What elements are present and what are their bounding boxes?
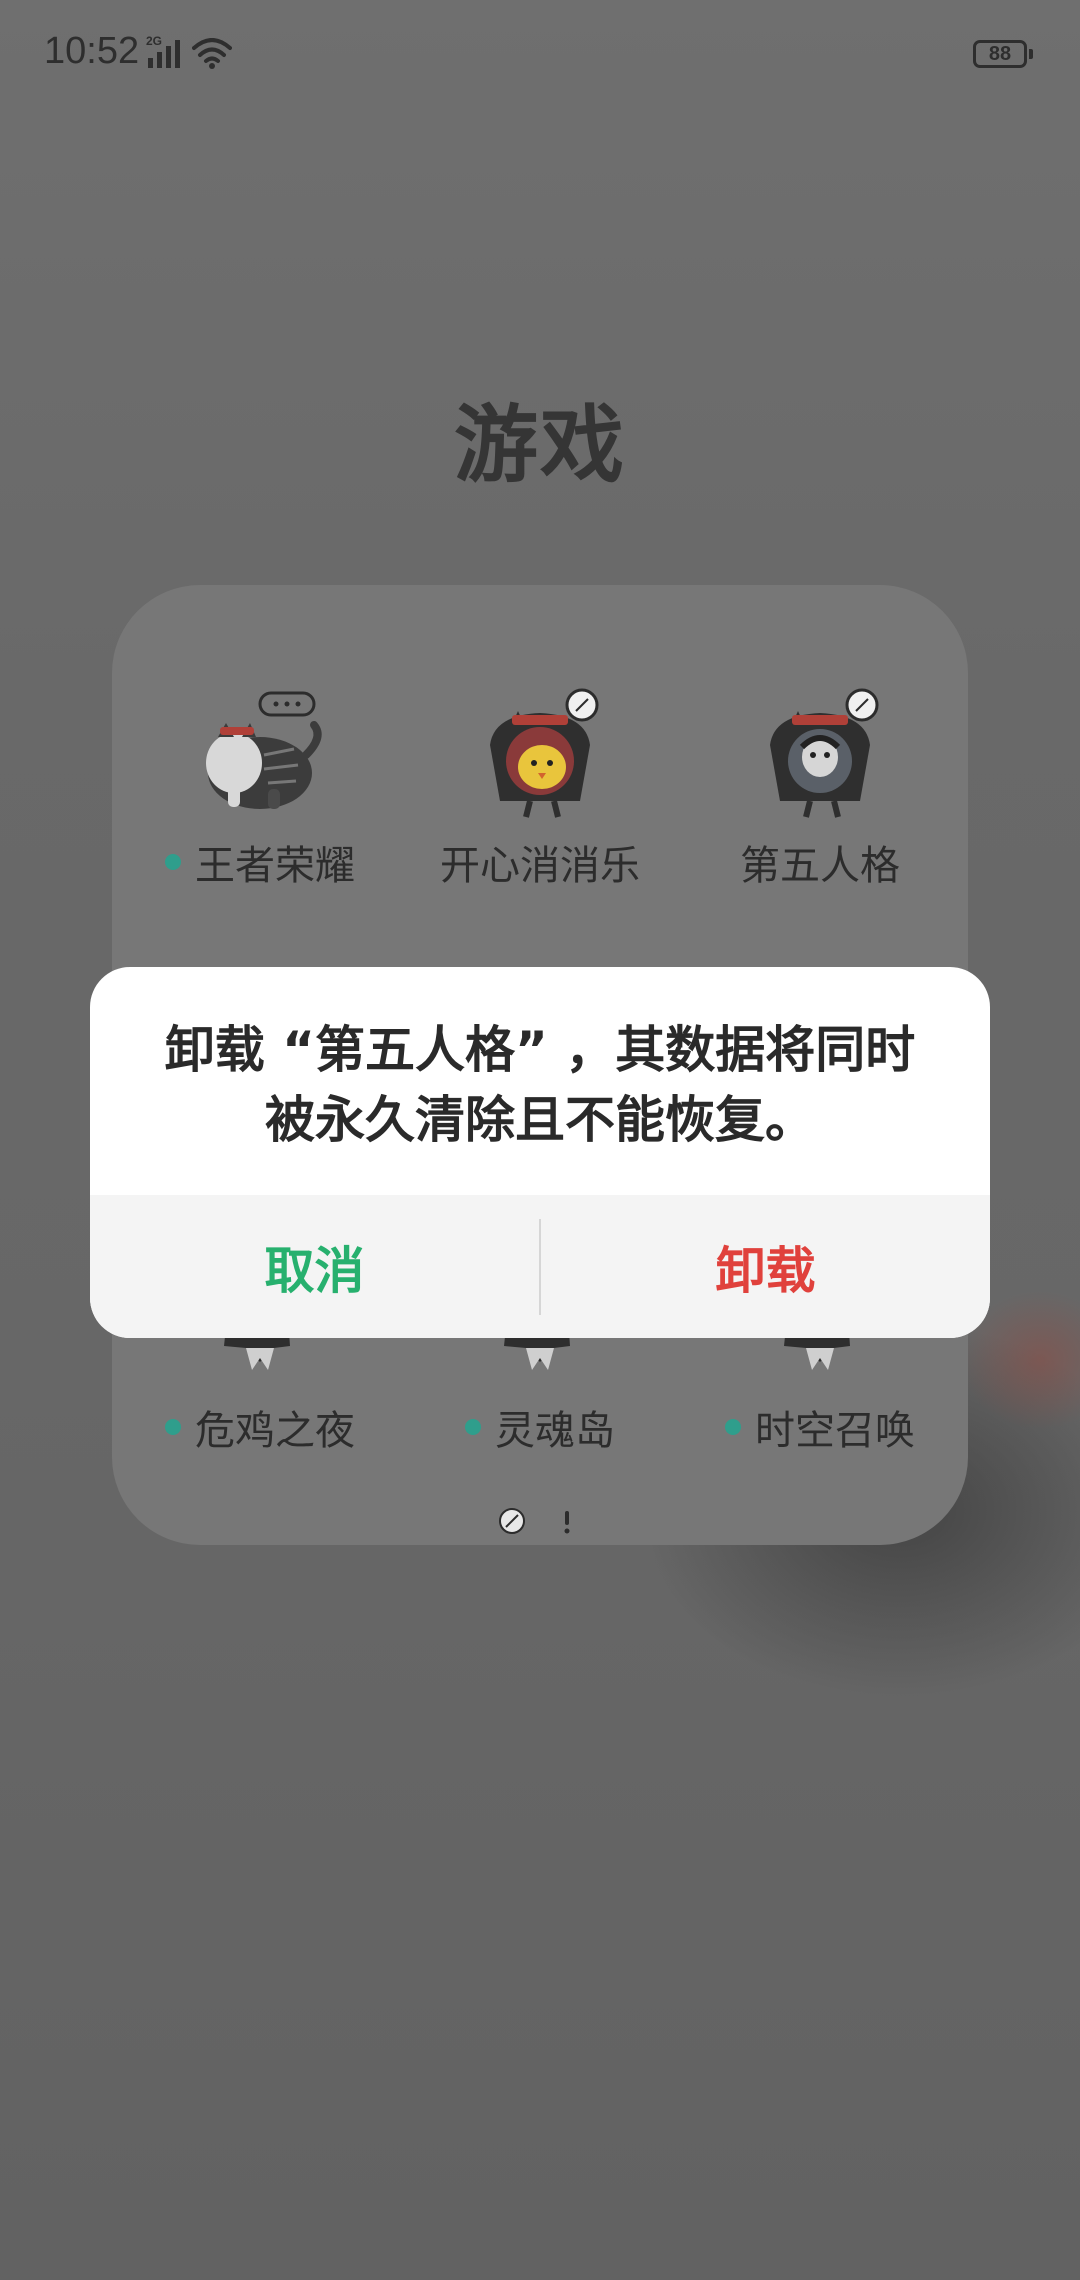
status-bar: 10:52 2G 88 [0,0,1080,110]
cat-mascot-icon [206,691,322,809]
app-item-honor-of-kings[interactable]: 王者荣耀 [120,685,400,925]
battery-icon: 88 [973,40,1027,68]
update-dot [165,854,181,870]
uninstall-button[interactable]: 卸载 [541,1195,990,1338]
update-dot [725,1419,741,1435]
cat-mascot-doll-icon [770,688,879,818]
signal-icon [148,40,180,68]
app-label: 时空召唤 [755,1408,915,1454]
dialog-actions: 取消 卸载 [90,1195,990,1338]
app-label: 灵魂岛 [495,1408,615,1454]
app-label: 危鸡之夜 [195,1408,355,1454]
app-label: 王者荣耀 [195,843,355,889]
folder-title[interactable]: 游戏 [0,378,1080,499]
dialog-message: 卸载 “第五人格” ，其数据将同时被永久清除且不能恢复。 [164,1021,916,1149]
update-dot [165,1419,181,1435]
app-label: 第五人格 [740,843,900,889]
status-time: 10:52 [44,30,140,72]
cat-mascot-chick-icon [490,688,599,818]
battery-level: 88 [988,43,1012,65]
home-screen: 10:52 2G 88 游戏 王者荣耀 开心消消乐 第五人格 危鸡之夜 灵魂岛 … [0,0,1080,2280]
page-indicator-icon [499,1508,570,1534]
app-item-happy-elimination[interactable]: 开心消消乐 [400,685,680,925]
battery-tip [1029,49,1033,59]
update-dot [465,1419,481,1435]
cancel-button[interactable]: 取消 [90,1195,539,1338]
wifi-icon [192,38,232,69]
uninstall-dialog: 卸载 “第五人格” ，其数据将同时被永久清除且不能恢复。 取消 卸载 [90,967,990,1338]
app-label: 开心消消乐 [440,843,640,889]
app-item-identity-v[interactable]: 第五人格 [680,685,960,925]
